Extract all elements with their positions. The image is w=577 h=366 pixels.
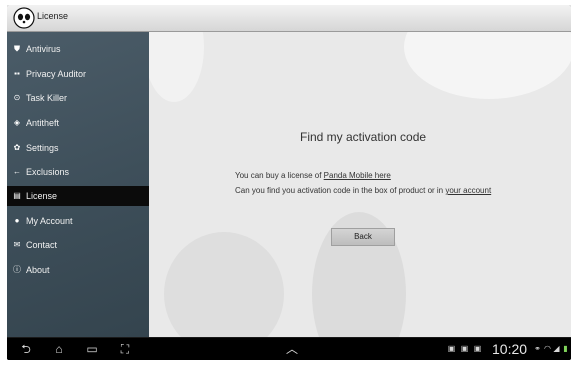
person-icon: ● (14, 216, 20, 225)
sidebar-item-settings[interactable]: ✿ Settings (7, 138, 149, 158)
sidebar-item-label: Contact (26, 240, 58, 250)
sidebar-item-task-killer[interactable]: ⊙ Task Killer (7, 88, 149, 108)
download-icon: ▣ (460, 344, 469, 353)
arrow-left-icon: ← (13, 167, 21, 176)
battery-icon: ▮ (563, 344, 568, 353)
buy-license-text: You can buy a license of Panda Mobile he… (235, 171, 391, 180)
back-nav-icon[interactable]: ⮌ (17, 342, 35, 356)
envelope-icon: ✉ (13, 240, 21, 249)
sidebar-item-label: Exclusions (26, 167, 70, 177)
page-title: Find my activation code (300, 130, 427, 144)
window-title: License (37, 11, 69, 21)
document-icon: ▤ (13, 191, 21, 200)
sidebar-item-label: License (26, 191, 58, 201)
sidebar-item-my-account[interactable]: ● My Account (7, 211, 149, 231)
briefcase-icon: ▣ (473, 344, 482, 353)
recent-apps-icon[interactable]: ▭ (83, 342, 101, 356)
shield-icon: ⛊ (14, 44, 20, 53)
sidebar-item-label: Privacy Auditor (26, 69, 87, 79)
title-bar: License (7, 5, 571, 32)
sidebar-item-label: Antitheft (26, 118, 60, 128)
gear-icon: ✿ (13, 143, 21, 152)
circle-icon: ⊙ (13, 93, 21, 102)
usb-icon: ⚭ (534, 344, 541, 353)
your-account-link[interactable]: your account (445, 186, 491, 195)
tablet-screen: License ⛊ Antivirus ▪▪ Privacy Auditor ⊙… (7, 5, 571, 360)
wifi-icon: ◠ (544, 344, 551, 353)
grid-icon: ▪▪ (14, 69, 20, 78)
panda-watermark (149, 32, 571, 337)
panda-mobile-link[interactable]: Panda Mobile here (324, 171, 391, 180)
sidebar-item-antitheft[interactable]: ◈ Antitheft (7, 113, 149, 133)
sidebar-item-label: Antivirus (26, 44, 61, 54)
sidebar-item-contact[interactable]: ✉ Contact (7, 235, 149, 255)
system-navigation-bar: ⮌ ⌂ ▭ ⛶ ︿ ▣ ▣ ▣ 10:20 ⚭ ◠ ◢ ▮ (7, 338, 571, 360)
sidebar-item-license[interactable]: ▤ License (7, 186, 149, 206)
main-content: Find my activation code You can buy a li… (149, 32, 571, 337)
sidebar-item-about[interactable]: ⓘ About (7, 260, 149, 280)
screenshot-icon[interactable]: ⛶ (116, 342, 134, 356)
sidebar: ⛊ Antivirus ▪▪ Privacy Auditor ⊙ Task Ki… (7, 32, 149, 337)
sidebar-item-exclusions[interactable]: ← Exclusions (7, 162, 149, 182)
sidebar-item-privacy-auditor[interactable]: ▪▪ Privacy Auditor (7, 64, 149, 84)
info-icon: ⓘ (13, 265, 21, 274)
sidebar-item-label: Settings (26, 143, 59, 153)
sidebar-item-label: About (26, 265, 50, 275)
sidebar-item-antivirus[interactable]: ⛊ Antivirus (7, 39, 149, 59)
gallery-icon: ▣ (447, 344, 456, 353)
diamond-icon: ◈ (13, 118, 21, 127)
sidebar-item-label: My Account (26, 216, 73, 226)
panda-logo-icon (13, 7, 35, 29)
sidebar-item-label: Task Killer (26, 93, 68, 103)
back-button[interactable]: Back (331, 228, 395, 246)
home-nav-icon[interactable]: ⌂ (50, 342, 68, 356)
chevron-up-icon[interactable]: ︿ (283, 342, 301, 356)
activation-code-text: Can you find you activation code in the … (235, 186, 492, 195)
signal-icon: ◢ (553, 344, 560, 353)
clock: 10:20 (492, 341, 528, 357)
